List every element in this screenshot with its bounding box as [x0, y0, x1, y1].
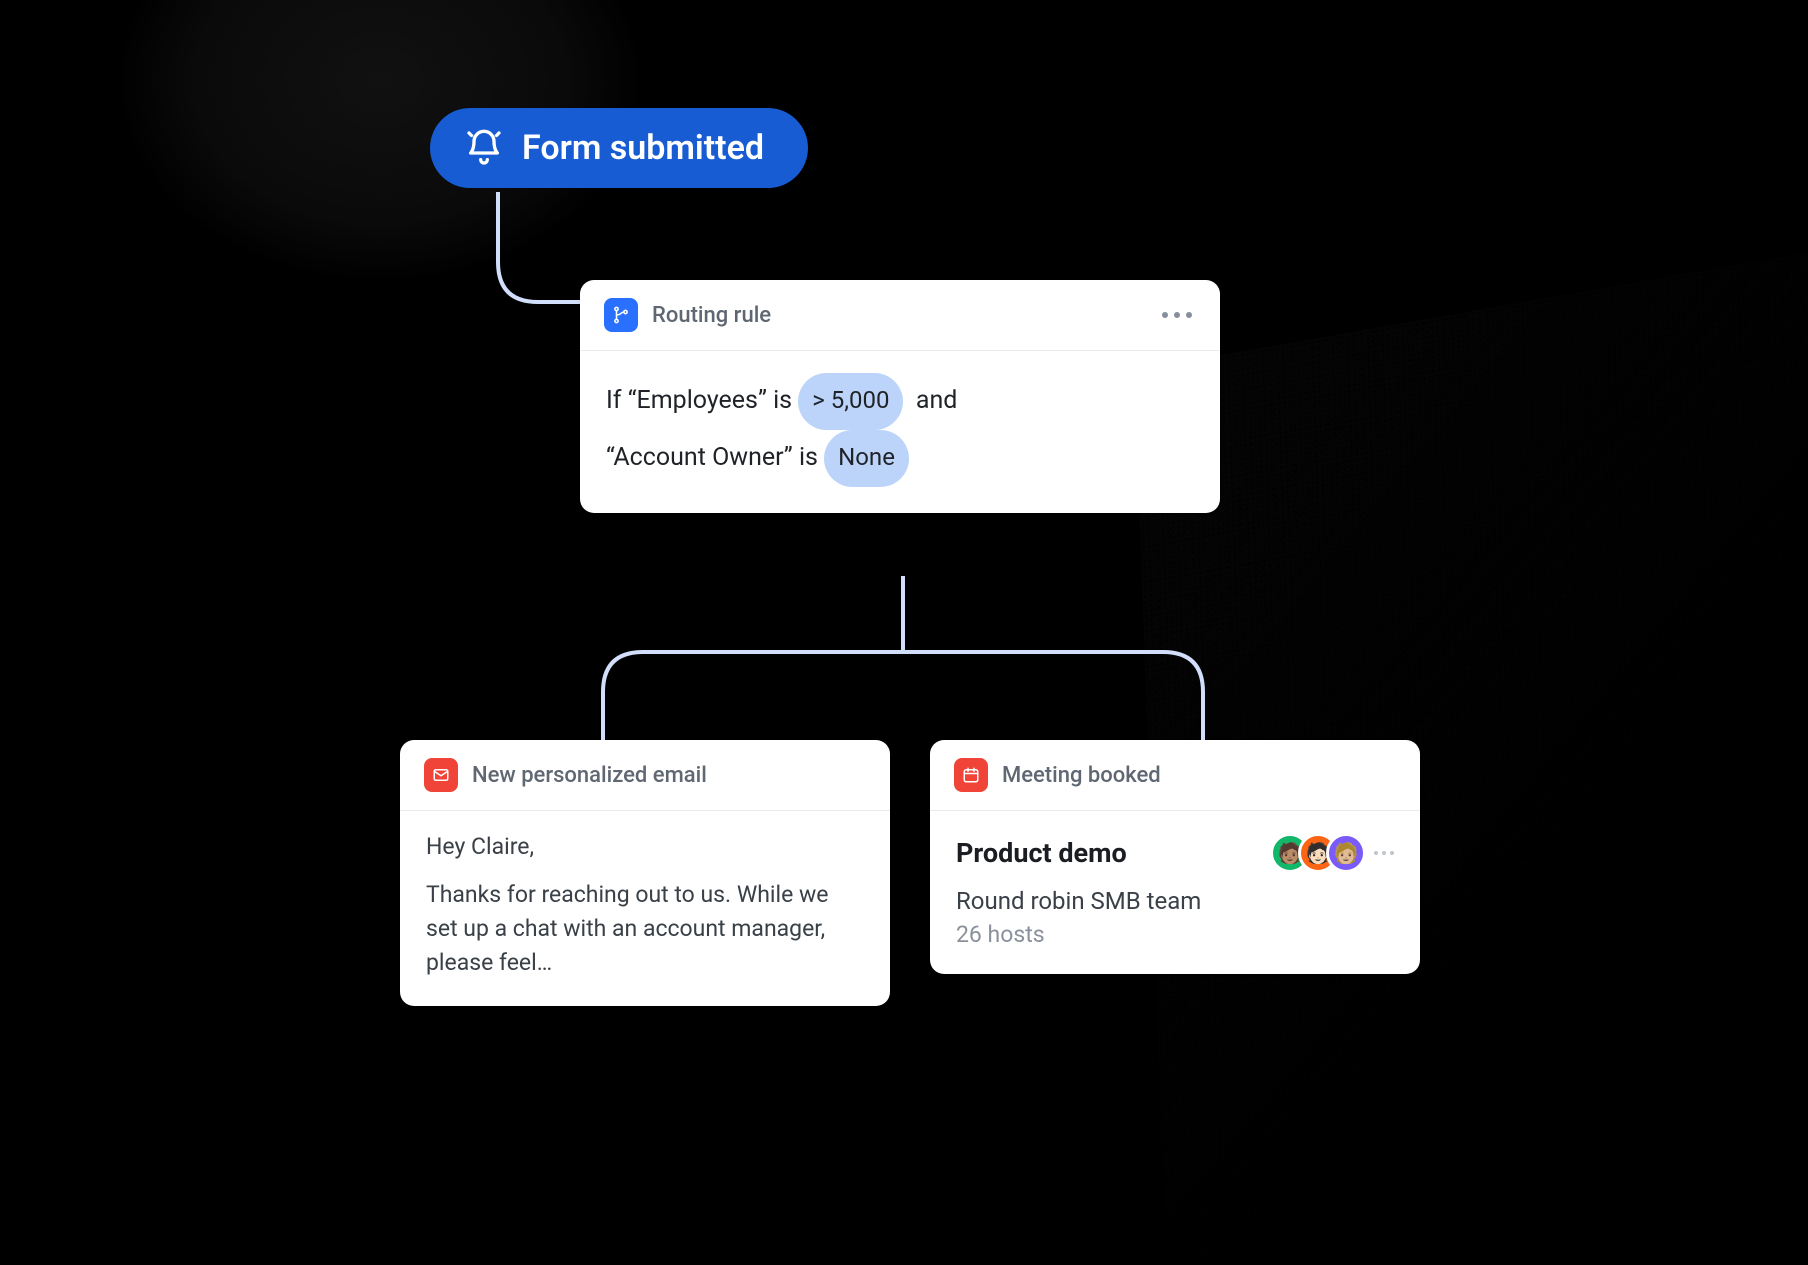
routing-rule-body: If “Employees” is > 5,000 and “Account O… — [580, 351, 1220, 513]
rule-and: and — [916, 386, 958, 415]
calendar-icon — [954, 758, 988, 792]
rule-value-employees[interactable]: > 5,000 — [798, 373, 903, 430]
rule-value-owner[interactable]: None — [824, 430, 909, 487]
card-title: Routing rule — [652, 303, 771, 328]
branch-icon — [604, 298, 638, 332]
host-avatars[interactable]: 🧑🏽 🧑🏻 🧑🏼 — [1270, 833, 1366, 873]
meeting-team: Round robin SMB team — [956, 887, 1394, 915]
rule-if: If — [606, 386, 622, 415]
workflow-canvas: Form submitted Routing rule If “Employee… — [0, 0, 1808, 1092]
meeting-body: Product demo 🧑🏽 🧑🏻 🧑🏼 Round robin SMB te… — [930, 811, 1420, 974]
rule-is: is — [799, 443, 818, 472]
email-content: Thanks for reaching out to us. While we … — [426, 878, 864, 980]
card-title: New personalized email — [472, 763, 707, 788]
meeting-card[interactable]: Meeting booked Product demo 🧑🏽 🧑🏻 🧑🏼 Rou… — [930, 740, 1420, 974]
routing-rule-card[interactable]: Routing rule If “Employees” is > 5,000 a… — [580, 280, 1220, 513]
email-greeting: Hey Claire, — [426, 833, 864, 860]
email-body: Hey Claire, Thanks for reaching out to u… — [400, 811, 890, 1006]
email-card[interactable]: New personalized email Hey Claire, Thank… — [400, 740, 890, 1006]
card-header: Meeting booked — [930, 740, 1420, 811]
mail-icon — [424, 758, 458, 792]
rule-field-owner: “Account Owner” — [606, 443, 793, 472]
trigger-label: Form submitted — [522, 128, 764, 168]
trigger-form-submitted[interactable]: Form submitted — [430, 108, 808, 188]
rule-is: is — [773, 386, 792, 415]
meeting-title: Product demo — [956, 837, 1127, 869]
bell-icon — [464, 128, 504, 168]
card-header: Routing rule — [580, 280, 1220, 351]
more-icon[interactable] — [1158, 308, 1196, 322]
more-hosts-icon[interactable] — [1374, 851, 1394, 855]
avatar: 🧑🏼 — [1326, 833, 1366, 873]
meeting-hosts-count: 26 hosts — [956, 921, 1394, 948]
rule-field-employees: “Employees” — [628, 386, 767, 415]
card-title: Meeting booked — [1002, 763, 1161, 788]
card-header: New personalized email — [400, 740, 890, 811]
